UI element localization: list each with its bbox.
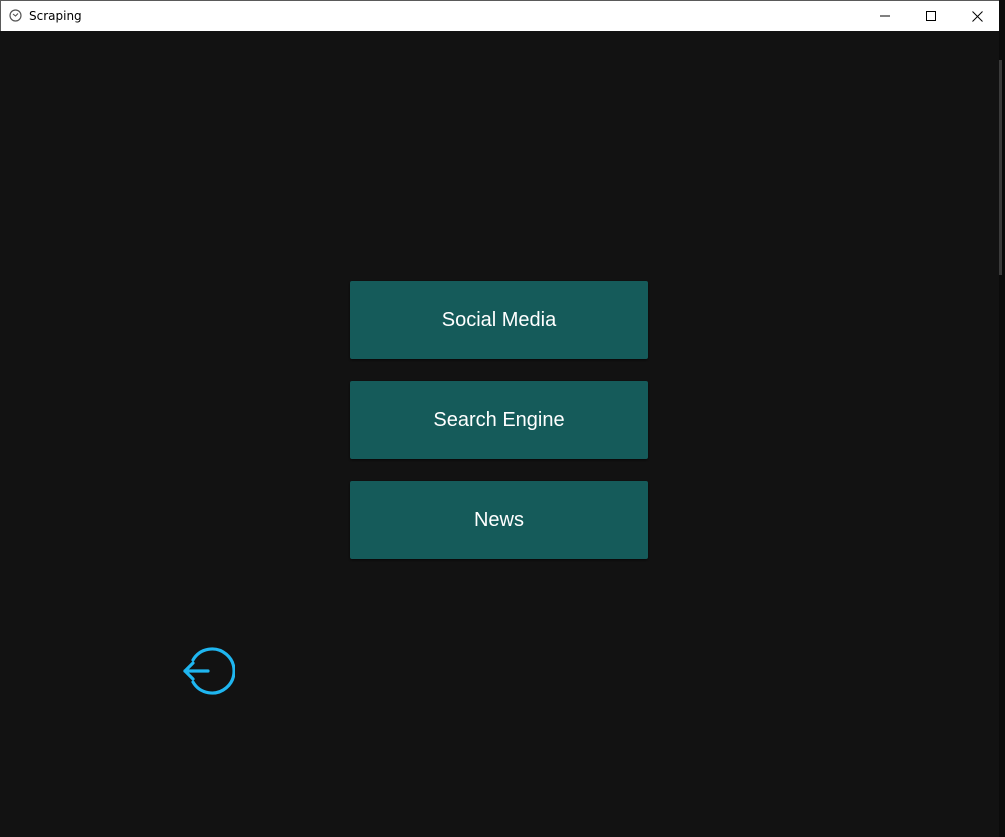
maximize-icon	[926, 11, 936, 21]
close-button[interactable]	[954, 1, 999, 31]
maximize-button[interactable]	[908, 1, 954, 31]
minimize-button[interactable]	[862, 1, 908, 31]
app-window: Scraping Social Media Search Engine News	[0, 0, 999, 837]
main-content: Social Media Search Engine News	[0, 31, 999, 837]
back-button[interactable]	[181, 646, 236, 696]
social-media-button[interactable]: Social Media	[350, 281, 648, 359]
window-edge	[999, 0, 1005, 837]
app-logo-icon	[9, 9, 22, 22]
close-icon	[971, 10, 983, 22]
logout-arrow-icon	[183, 647, 236, 695]
minimize-icon	[880, 15, 890, 17]
news-button[interactable]: News	[350, 481, 648, 559]
search-engine-button[interactable]: Search Engine	[350, 381, 648, 459]
window-title: Scraping	[29, 9, 82, 23]
title-bar[interactable]: Scraping	[0, 0, 999, 31]
edge-strip	[999, 60, 1002, 275]
